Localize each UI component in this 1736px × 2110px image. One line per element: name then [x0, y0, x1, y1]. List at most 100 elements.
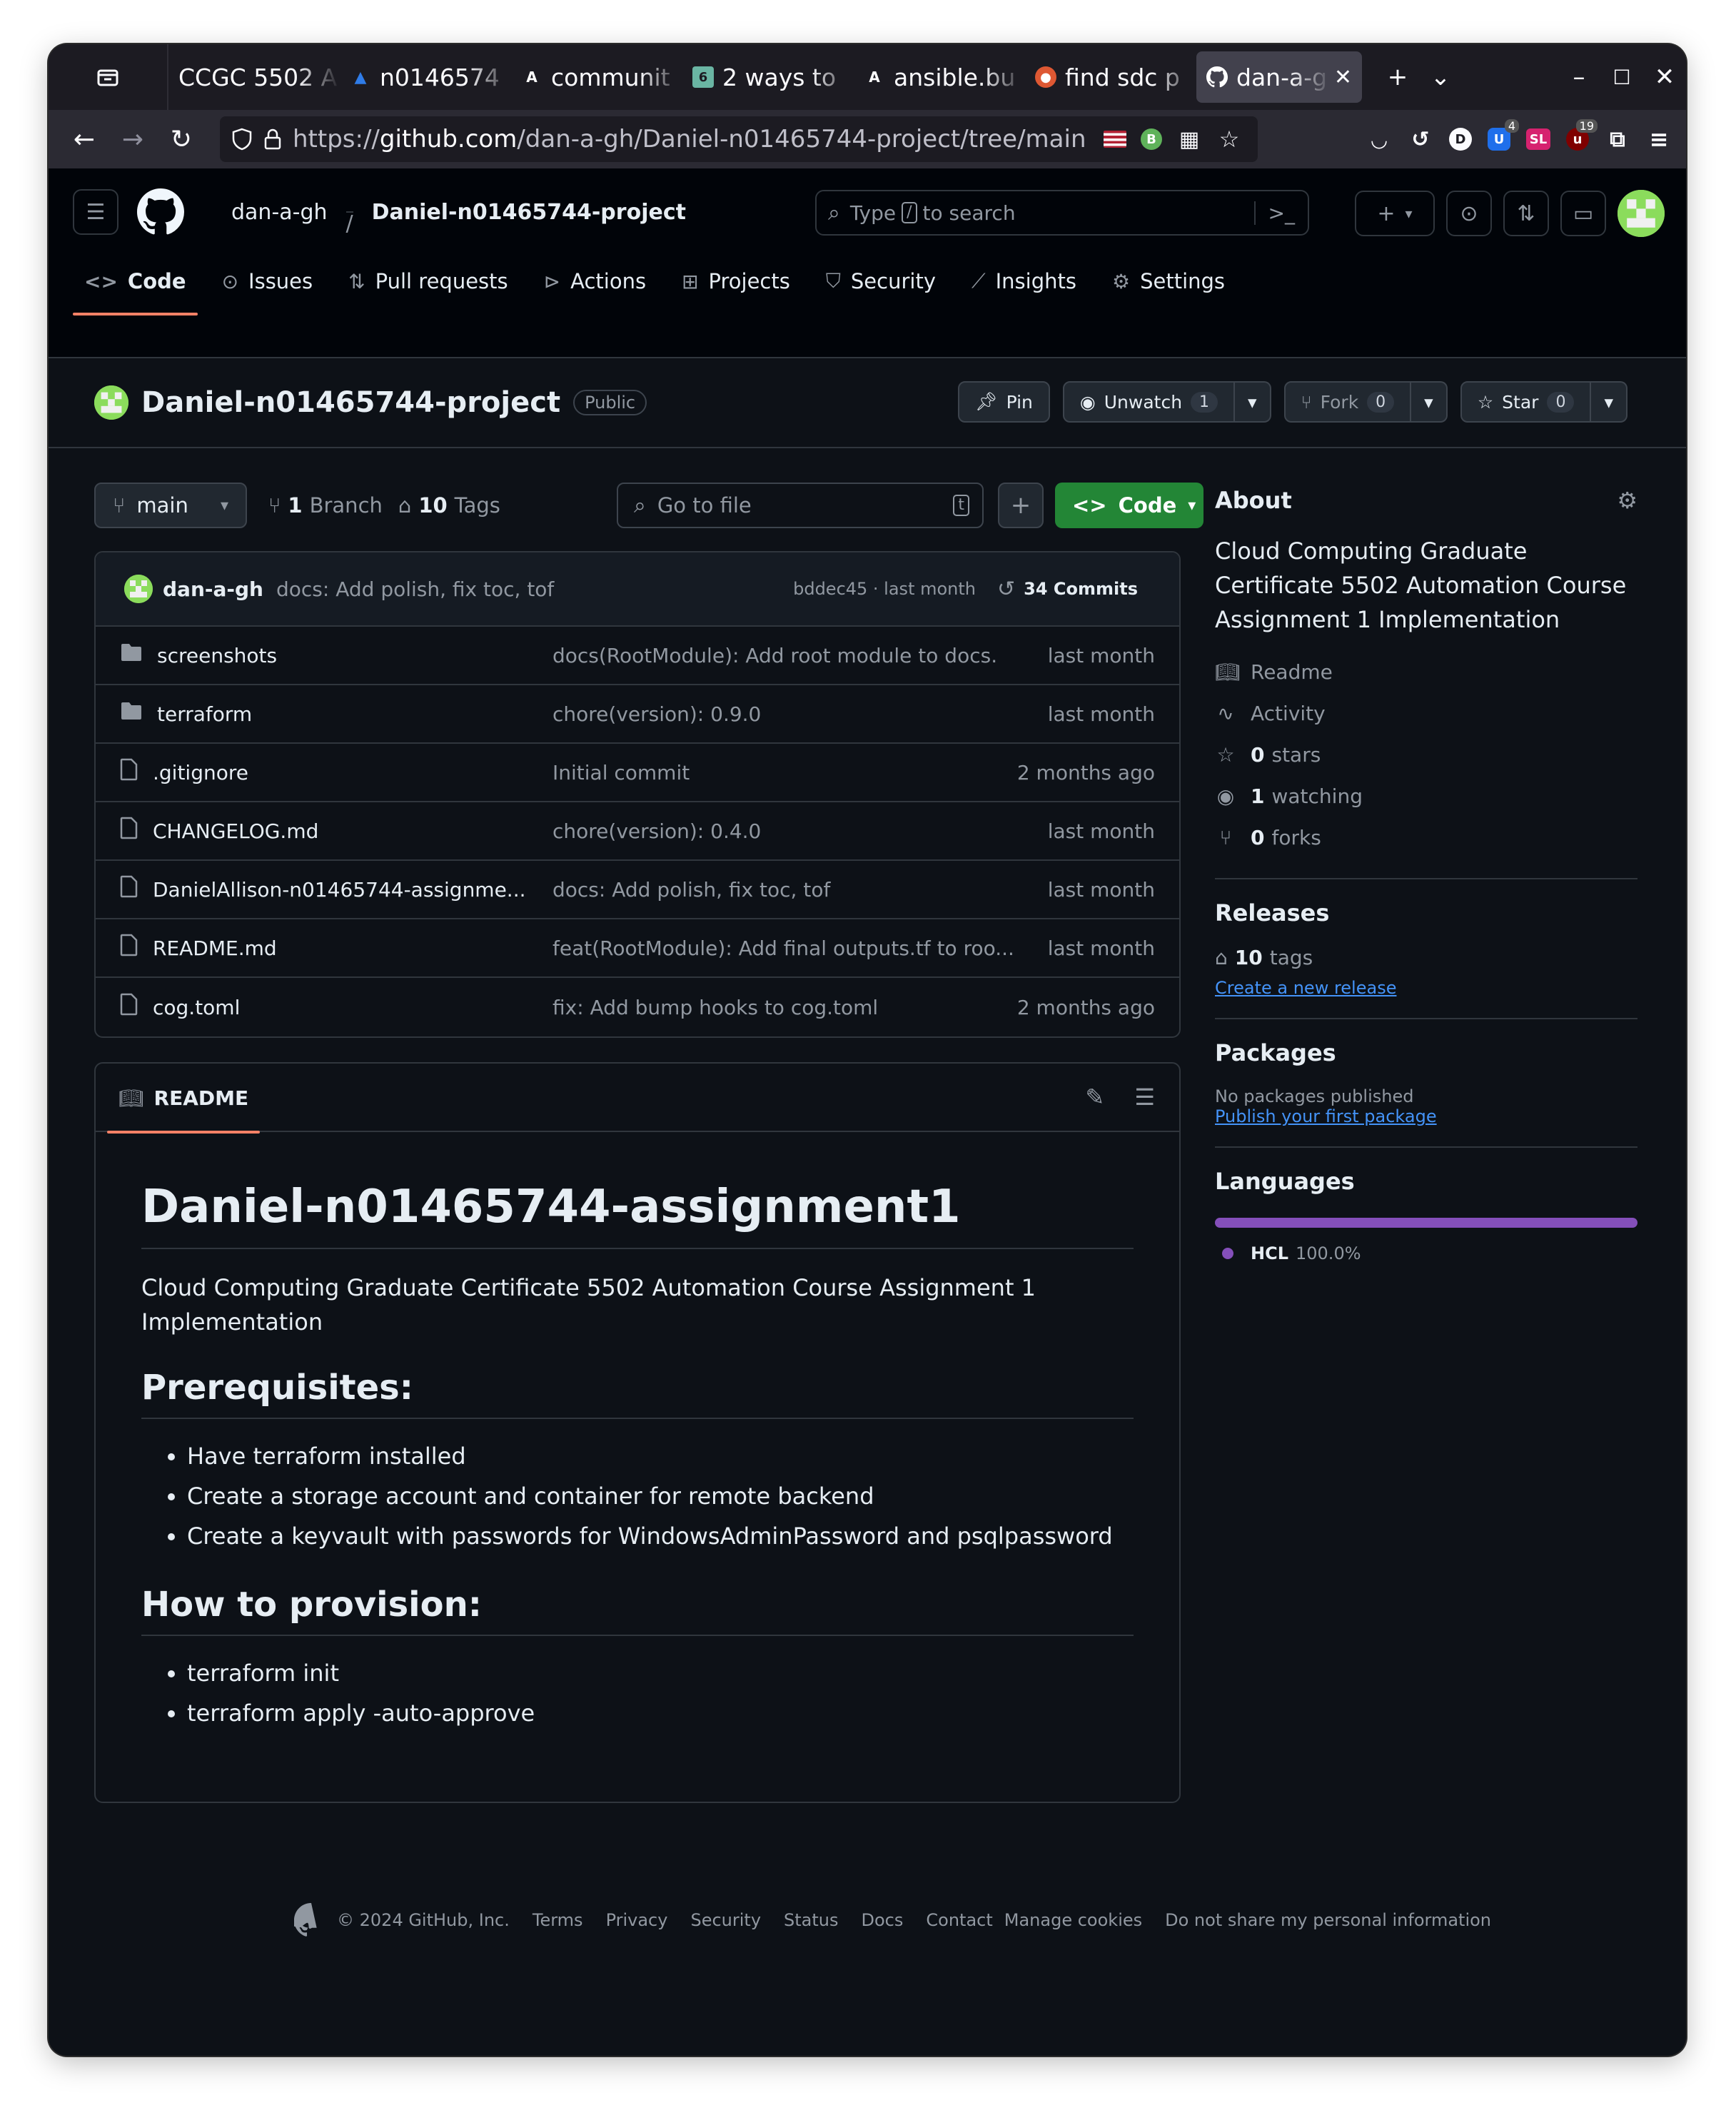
minimize-icon[interactable]: – — [1558, 56, 1600, 99]
outline-list-icon[interactable]: ☰ — [1134, 1084, 1155, 1111]
footer-link-do-not-share[interactable]: Do not share my personal information — [1165, 1910, 1491, 1930]
tab-overview-button[interactable] — [49, 44, 168, 110]
readme-link[interactable]: 📖︎ Readme — [1215, 651, 1637, 692]
back-button[interactable]: ← — [60, 118, 108, 161]
browser-tab[interactable]: CCGC 5502 A — [168, 51, 340, 103]
stars-link[interactable]: ☆ 0 stars — [1215, 734, 1637, 775]
tab-actions[interactable]: ⊳ Actions — [533, 254, 657, 308]
us-flag-icon[interactable] — [1104, 131, 1126, 148]
footer-link-docs[interactable]: Docs — [862, 1910, 904, 1930]
breadcrumb-repo[interactable]: Daniel-n01465744-project — [372, 200, 686, 225]
file-row[interactable]: terraform chore(version): 0.9.0 last month — [96, 685, 1179, 744]
file-commit-message[interactable]: Initial commit — [552, 761, 690, 784]
file-row[interactable]: DanielAllison-n01465744-assignme... docs:… — [96, 861, 1179, 919]
commits-count-link[interactable]: 34 Commits — [1024, 579, 1138, 599]
new-tab-button[interactable]: + — [1376, 56, 1419, 99]
lock-icon[interactable] — [263, 128, 283, 151]
file-row[interactable]: README.md feat(RootModule): Add final out… — [96, 919, 1179, 978]
file-name[interactable]: cog.toml — [153, 996, 552, 1019]
history-icon[interactable]: ↺ — [1408, 126, 1433, 152]
bitwarden-b-icon[interactable]: B — [1141, 128, 1162, 150]
close-window-icon[interactable]: ✕ — [1643, 56, 1686, 99]
footer-link-terms[interactable]: Terms — [533, 1910, 583, 1930]
reload-button[interactable]: ↻ — [157, 118, 206, 161]
footer-link-security[interactable]: Security — [690, 1910, 761, 1930]
file-name[interactable]: .gitignore — [153, 761, 552, 784]
unwatch-button[interactable]: ◉ Unwatch 1 — [1062, 381, 1236, 423]
bookmark-star-icon[interactable]: ☆ — [1216, 126, 1242, 153]
browser-tab-active[interactable]: dan-a-g ✕ — [1196, 51, 1362, 103]
footer-link-manage-cookies[interactable]: Manage cookies — [1004, 1910, 1142, 1930]
breadcrumb-owner[interactable]: dan-a-gh — [231, 200, 328, 225]
ublock-origin-icon[interactable]: u 19 — [1566, 119, 1598, 151]
commit-author-avatar[interactable] — [124, 575, 153, 603]
pull-requests-icon[interactable]: ⇅ — [1503, 191, 1549, 236]
packages-heading[interactable]: Packages — [1215, 1039, 1637, 1066]
branches-link[interactable]: ⑂ 1 Branch — [268, 493, 383, 518]
global-search-input[interactable]: ⌕ Type / to search >_ — [815, 190, 1309, 236]
releases-heading[interactable]: Releases — [1215, 899, 1637, 927]
watch-dropdown-button[interactable]: ▾ — [1235, 381, 1271, 423]
maximize-icon[interactable]: ☐ — [1600, 56, 1643, 99]
file-commit-message[interactable]: fix: Add bump hooks to cog.toml — [552, 996, 878, 1019]
footer-link-contact[interactable]: Contact — [926, 1910, 992, 1930]
browser-tab[interactable]: ● find sdc p — [1025, 51, 1196, 103]
file-commit-message[interactable]: docs: Add polish, fix toc, tof — [552, 878, 830, 902]
commit-hash-time[interactable]: bddec45 · last month — [793, 579, 976, 599]
gear-icon[interactable]: ⚙ — [1617, 487, 1637, 514]
tags-link[interactable]: ⌂ 10 Tags — [398, 493, 500, 518]
issues-icon[interactable]: ⊙ — [1446, 191, 1492, 236]
ublock-icon[interactable]: U4 — [1488, 119, 1519, 151]
url-text[interactable]: https://github.com/dan-a-gh/Daniel-n0146… — [293, 125, 1086, 153]
fork-dropdown-button[interactable]: ▾ — [1411, 381, 1448, 423]
hamburger-menu-button[interactable]: ☰ — [73, 189, 118, 235]
command-palette-icon[interactable]: >_ — [1253, 201, 1295, 225]
file-commit-message[interactable]: chore(version): 0.9.0 — [552, 702, 761, 726]
repo-owner-avatar[interactable] — [94, 385, 128, 420]
footer-link-privacy[interactable]: Privacy — [606, 1910, 668, 1930]
go-to-file-input[interactable]: ⌕ Go to file t — [617, 483, 984, 528]
github-logo-icon[interactable] — [137, 188, 184, 236]
file-name[interactable]: terraform — [157, 702, 557, 726]
tab-insights[interactable]: ⟋ Insights — [960, 254, 1088, 308]
sl-extension-icon[interactable]: SL — [1526, 128, 1550, 150]
file-row[interactable]: CHANGELOG.md chore(version): 0.4.0 last mo… — [96, 802, 1179, 861]
commit-author[interactable]: dan-a-gh — [163, 577, 263, 601]
code-button[interactable]: <> Code ▾ — [1055, 483, 1203, 528]
tags-link[interactable]: ⌂ 10 tags — [1215, 937, 1637, 978]
tab-pull-requests[interactable]: ⇅ Pull requests — [337, 254, 520, 308]
browser-tab[interactable]: ▲ n0146574 — [340, 51, 511, 103]
create-release-link[interactable]: Create a new release — [1215, 978, 1396, 998]
repo-name[interactable]: Daniel-n01465744-project — [141, 386, 560, 419]
publish-package-link[interactable]: Publish your first package — [1215, 1106, 1437, 1126]
file-commit-message[interactable]: feat(RootModule): Add final outputs.tf t… — [552, 937, 1014, 960]
file-name[interactable]: DanielAllison-n01465744-assignme... — [153, 878, 552, 902]
d-extension-icon[interactable]: D — [1449, 128, 1472, 151]
pocket-icon[interactable]: ◡ — [1366, 126, 1392, 152]
star-dropdown-button[interactable]: ▾ — [1591, 381, 1628, 423]
github-logo-icon[interactable] — [294, 1903, 328, 1937]
url-bar[interactable]: https://github.com/dan-a-gh/Daniel-n0146… — [220, 116, 1258, 162]
tab-code[interactable]: <> Code — [73, 254, 198, 316]
readme-tab[interactable]: 📖︎ README — [107, 1064, 261, 1134]
shield-icon[interactable] — [231, 128, 253, 151]
footer-link-status[interactable]: Status — [784, 1910, 838, 1930]
create-new-button[interactable]: + ▾ — [1355, 191, 1435, 236]
close-tab-icon[interactable]: ✕ — [1334, 65, 1352, 90]
branch-select-button[interactable]: ⑂ main ▾ — [94, 483, 247, 528]
file-row[interactable]: cog.toml fix: Add bump hooks to cog.toml 2… — [96, 978, 1179, 1036]
grid-icon[interactable]: ▦ — [1176, 126, 1202, 152]
file-row[interactable]: screenshots docs(RootModule): Add root mo… — [96, 627, 1179, 685]
tab-list-button[interactable]: ⌄ — [1419, 56, 1462, 99]
pin-button[interactable]: 📌︎ Pin — [957, 381, 1050, 423]
forward-button[interactable]: → — [108, 118, 157, 161]
tab-settings[interactable]: ⚙ Settings — [1101, 254, 1236, 308]
commit-message[interactable]: docs: Add polish, fix toc, tof — [276, 577, 554, 601]
browser-tab[interactable]: A communit — [511, 51, 682, 103]
file-commit-message[interactable]: chore(version): 0.4.0 — [552, 819, 761, 843]
browser-tab[interactable]: 6 2 ways to — [682, 51, 854, 103]
file-name[interactable]: screenshots — [157, 644, 557, 667]
tab-security[interactable]: ⛉ Security — [814, 254, 947, 308]
forks-link[interactable]: ⑂ 0 forks — [1215, 817, 1637, 858]
file-name[interactable]: CHANGELOG.md — [153, 819, 552, 843]
